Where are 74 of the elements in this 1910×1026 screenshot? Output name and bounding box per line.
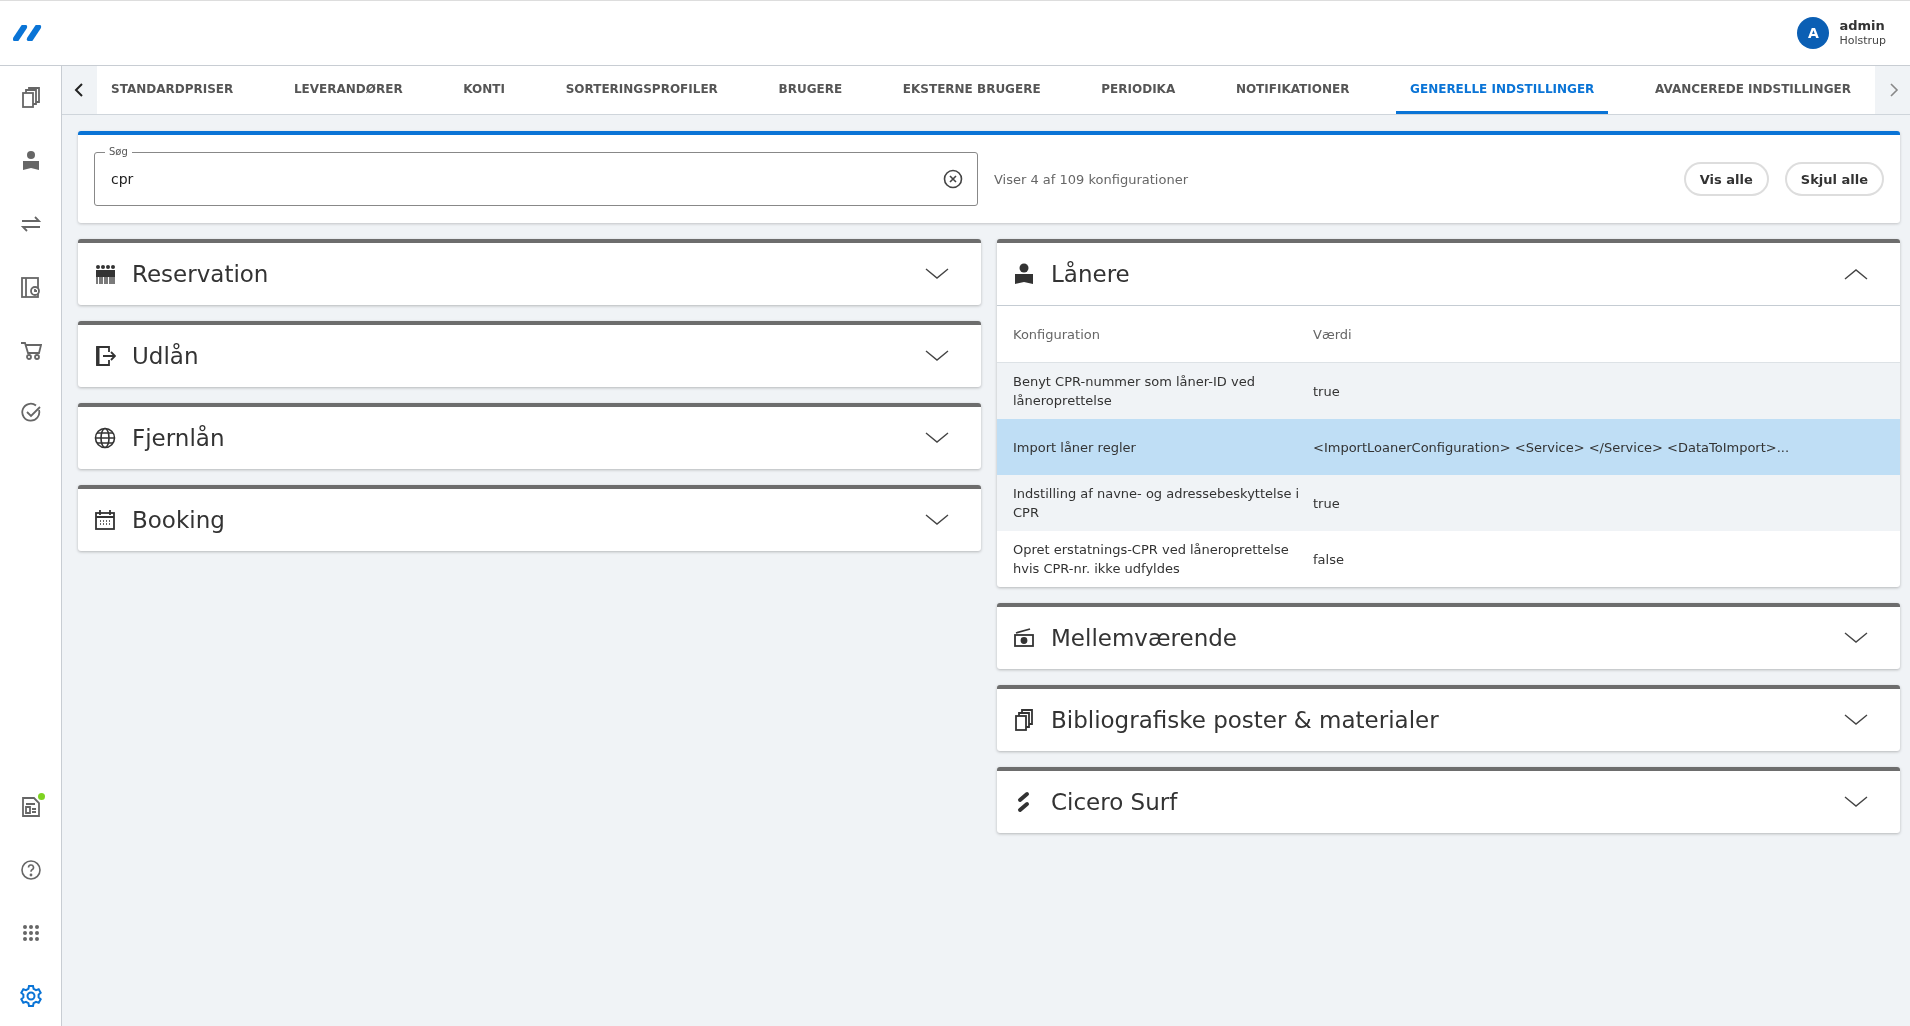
settings-tab[interactable]: AVANCEREDE INDSTILLINGER — [1641, 66, 1865, 114]
column-header: Konfiguration — [1013, 326, 1101, 342]
settings-tab[interactable]: SORTERINGSPROFILER — [551, 66, 732, 114]
section-title: Cicero Surf — [1051, 789, 1179, 815]
scroll-left-button[interactable] — [62, 66, 97, 114]
section-title: Bibliografiske poster & materialer — [1051, 707, 1440, 733]
show-all-button[interactable]: Vis alle — [1683, 162, 1769, 196]
section-header[interactable]: Cicero Surf — [997, 771, 1900, 833]
section-title: Booking — [132, 507, 226, 533]
section-header[interactable]: Fjernlån — [78, 407, 981, 469]
user-avatar[interactable]: A — [1797, 17, 1830, 49]
search-input[interactable]: cpr — [109, 169, 943, 188]
expand-chevron-icon[interactable] — [1844, 796, 1868, 808]
section-title: Reservation — [132, 261, 270, 287]
settings-tab[interactable]: PERIODIKA — [1087, 66, 1190, 114]
config-value-cell-text: true — [1313, 494, 1341, 513]
book-clock-icon[interactable] — [19, 276, 42, 298]
user-location: Holstrup — [1839, 33, 1886, 48]
hide-all-button[interactable]: Skjul alle — [1784, 162, 1884, 196]
cart-icon[interactable] — [19, 339, 42, 361]
settings-icon[interactable] — [18, 984, 43, 1008]
section-title: Mellemværende — [1051, 625, 1238, 651]
config-value-cell-text: true — [1313, 382, 1341, 401]
expand-chevron-icon[interactable] — [1844, 714, 1868, 726]
settings-tab[interactable]: NOTIFIKATIONER — [1221, 66, 1364, 114]
settings-tab[interactable]: STANDARDPRISER — [97, 66, 248, 114]
config-value-cell-text: false — [1313, 550, 1345, 569]
user-name: admin — [1839, 18, 1886, 33]
expand-chevron-icon[interactable] — [1844, 632, 1868, 644]
section-header[interactable]: Lånere — [997, 243, 1900, 305]
books-icon[interactable] — [19, 87, 42, 109]
table-row[interactable]: Opret erstatnings-CPR ved låneroprettelse hvis CPR-nr. ikke udfyldes false — [997, 531, 1900, 587]
table-row[interactable]: Benyt CPR-nummer som låner-ID ved låneroprettelse true — [997, 363, 1900, 419]
config-name-cell-text: Benyt CPR-nummer som låner-ID ved låneroprettelse — [1013, 373, 1256, 410]
collapse-chevron-icon[interactable] — [1844, 268, 1868, 280]
expand-chevron-icon[interactable] — [925, 268, 949, 280]
reader-icon — [1013, 263, 1035, 285]
settings-tab[interactable]: BRUGERE — [764, 66, 857, 114]
settings-tab[interactable]: EKSTERNE BRUGERE — [888, 66, 1055, 114]
config-name-cell-text: Opret erstatnings-CPR ved låneroprettelse hvis CPR-nr. ikke udfyldes — [1013, 541, 1290, 578]
section-title: Udlån — [132, 343, 200, 369]
section-title: Fjernlån — [132, 425, 226, 451]
table-row[interactable]: Indstilling af navne- og adressebeskyttelse i CPR true — [997, 475, 1900, 531]
logo-icon[interactable] — [13, 25, 43, 41]
calendar-icon — [94, 509, 116, 531]
expand-chevron-icon[interactable] — [925, 432, 949, 444]
books-icon — [1013, 709, 1035, 731]
clear-icon[interactable] — [943, 168, 963, 189]
check-circle-icon[interactable] — [19, 402, 42, 424]
settings-tab[interactable]: KONTI — [449, 66, 519, 114]
section-header[interactable]: Udlån — [78, 325, 981, 387]
expand-chevron-icon[interactable] — [925, 514, 949, 526]
result-count: Viser 4 af 109 konfigurationer — [994, 171, 1189, 187]
column-header: Værdi — [1313, 326, 1353, 342]
search-field[interactable]: Søg cpr — [94, 146, 978, 206]
globe-icon — [94, 427, 116, 449]
expand-chevron-icon[interactable] — [925, 350, 949, 362]
config-name-cell-text: Import låner regler — [1013, 438, 1137, 457]
table-row[interactable]: Import låner regler <ImportLoanerConfiguration> <Service> </Service> <DataToImport>... — [997, 419, 1900, 475]
search-label: Søg — [108, 146, 129, 158]
section-title: Lånere — [1051, 261, 1131, 287]
section-header[interactable]: Mellemværende — [997, 607, 1900, 669]
settings-tab[interactable]: LEVERANDØRER — [279, 66, 417, 114]
chevron-left-icon[interactable] — [73, 83, 86, 97]
section-header[interactable]: Reservation — [78, 243, 981, 305]
settings-tab[interactable]: GENERELLE INDSTILLINGER — [1396, 66, 1609, 114]
document-icon[interactable] — [19, 796, 42, 818]
people-icon — [94, 263, 116, 285]
section-header[interactable]: Booking — [78, 489, 981, 551]
config-value-cell-text: <ImportLoanerConfiguration> <Service> </Service> <DataToImport>... — [1313, 438, 1791, 457]
checkout-icon — [94, 345, 116, 367]
help-icon[interactable] — [19, 859, 42, 881]
section-header[interactable]: Bibliografiske poster & materialer — [997, 689, 1900, 751]
config-name-cell-text: Indstilling af navne- og adressebeskyttelse i CPR — [1013, 485, 1301, 522]
